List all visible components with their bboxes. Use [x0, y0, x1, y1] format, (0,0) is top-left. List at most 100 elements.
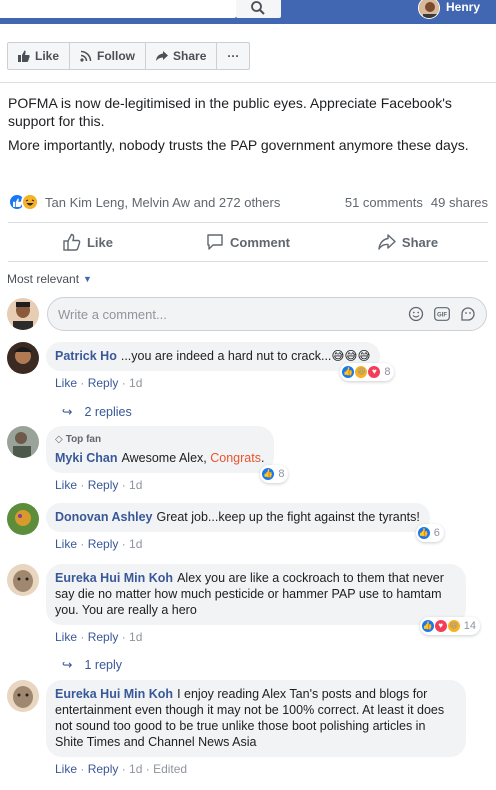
- reaction-badge[interactable]: 👍 6: [415, 524, 444, 542]
- comment-time[interactable]: 1d: [129, 376, 142, 390]
- page-follow-label: Follow: [97, 49, 136, 63]
- comments-count-link[interactable]: 51 comments: [345, 195, 423, 210]
- comment-text-end: .: [260, 451, 265, 465]
- comment-text: ...you are indeed a hard nut to crack...…: [120, 349, 371, 363]
- search-input[interactable]: [0, 0, 236, 18]
- like-reaction-icon: 👍: [261, 467, 276, 481]
- avatar[interactable]: [7, 680, 39, 712]
- comment-reply-link[interactable]: Reply: [88, 630, 119, 644]
- comment-meta: Like · Reply · 1d: [55, 376, 143, 390]
- svg-text:GIF: GIF: [437, 313, 447, 319]
- haha-reaction-icon: 😆: [446, 619, 461, 633]
- comment-time[interactable]: 1d: [129, 478, 142, 492]
- comment-bubble: Eureka Hui Min Koh Alex you are like a co…: [46, 564, 480, 635]
- comment-reply-link[interactable]: Reply: [88, 762, 119, 776]
- comment-meta: Like · Reply · 1d: [55, 537, 143, 551]
- replies-label: 2 replies: [84, 404, 132, 419]
- reactors-link[interactable]: Tan Kim Leng, Melvin Aw and 272 others: [45, 195, 280, 210]
- reply-arrow-icon: ↪: [62, 405, 73, 419]
- comment-author[interactable]: Myki Chan: [55, 451, 118, 465]
- comment-time[interactable]: 1d: [129, 537, 142, 551]
- comment-input[interactable]: Write a comment... GIF: [47, 297, 487, 331]
- reaction-badge[interactable]: 👍 😆 ♥ 8: [340, 363, 395, 381]
- comment-author[interactable]: Eureka Hui Min Koh: [55, 571, 173, 585]
- comment-item: Eureka Hui Min Koh Alex you are like a co…: [7, 564, 487, 644]
- comment-highlight: Congrats: [210, 451, 261, 465]
- share-button[interactable]: Share: [328, 223, 488, 261]
- avatar: [7, 298, 39, 330]
- post-action-bar: Like Comment Share: [8, 222, 488, 262]
- post-body: POFMA is now de-legitimised in the publi…: [8, 94, 488, 160]
- comment-like-link[interactable]: Like: [55, 537, 77, 551]
- comment-bubble-icon: [207, 234, 223, 250]
- comment-bubble: ◇ Top fan Myki Chan Awesome Alex, Congrat…: [46, 426, 289, 483]
- more-options-button[interactable]: ···: [217, 43, 249, 69]
- avatar[interactable]: [7, 503, 39, 535]
- caret-down-icon: ▼: [83, 274, 92, 284]
- view-replies-link[interactable]: ↪ 1 reply: [62, 657, 123, 673]
- post-paragraph: POFMA is now de-legitimised in the publi…: [8, 95, 452, 129]
- love-reaction-icon: ♥: [433, 619, 448, 633]
- comment-bubble: Eureka Hui Min Koh I enjoy reading Alex T…: [46, 680, 466, 757]
- comment-like-link[interactable]: Like: [55, 762, 77, 776]
- divider: [0, 82, 496, 83]
- reaction-badge[interactable]: 👍 ♥ 😆 14: [419, 617, 480, 635]
- emoji-icon[interactable]: [408, 306, 424, 322]
- avatar: [418, 0, 440, 19]
- comment-meta: Like · Reply · 1d: [55, 478, 143, 492]
- comment-time[interactable]: 1d: [129, 630, 142, 644]
- like-button[interactable]: Like: [8, 223, 168, 261]
- post-paragraph: More importantly, nobody trusts the PAP …: [8, 137, 469, 153]
- search-button[interactable]: [236, 0, 281, 18]
- shares-count-link[interactable]: 49 shares: [431, 195, 488, 210]
- comment-item: ◇ Top fan Myki Chan Awesome Alex, Congrat…: [7, 426, 487, 492]
- comment-reply-link[interactable]: Reply: [88, 376, 119, 390]
- comment-reply-link[interactable]: Reply: [88, 478, 119, 492]
- page-actions: Like Follow Share ···: [7, 42, 251, 70]
- comment-time[interactable]: 1d: [129, 762, 142, 776]
- page-like-button[interactable]: Like: [8, 43, 71, 69]
- like-reaction-icon: 👍: [416, 526, 431, 540]
- page-share-button[interactable]: Share: [146, 43, 218, 69]
- comment-bubble: Patrick Ho ...you are indeed a hard nut t…: [46, 342, 395, 381]
- comment-author[interactable]: Donovan Ashley: [55, 510, 152, 524]
- avatar[interactable]: [7, 426, 39, 458]
- comment-author[interactable]: Eureka Hui Min Koh: [55, 687, 173, 701]
- reaction-count: 8: [278, 468, 285, 480]
- reaction-badge[interactable]: 👍 8: [260, 465, 289, 483]
- comment-edited[interactable]: Edited: [153, 762, 187, 776]
- reaction-count: 14: [463, 620, 476, 632]
- rss-icon: [80, 50, 92, 62]
- comment-text: Great job...keep up the fight against th…: [156, 510, 420, 524]
- reaction-count: 6: [433, 527, 440, 539]
- haha-reaction-icon: 😆: [354, 365, 369, 379]
- page-follow-button[interactable]: Follow: [70, 43, 147, 69]
- profile-name: Henry: [446, 0, 481, 14]
- comment-like-link[interactable]: Like: [55, 376, 77, 390]
- replies-label: 1 reply: [84, 657, 123, 672]
- comment-author[interactable]: Patrick Ho: [55, 349, 117, 363]
- like-reaction-icon: 👍: [420, 619, 435, 633]
- thumbs-up-icon: [18, 50, 30, 62]
- top-fan-badge: ◇ Top fan: [55, 432, 264, 448]
- profile-link[interactable]: Henry: [418, 0, 480, 20]
- sticker-icon[interactable]: [460, 306, 476, 322]
- comment-like-link[interactable]: Like: [55, 630, 77, 644]
- comment-sort-dropdown[interactable]: Most relevant ▼: [7, 272, 92, 286]
- comment-button[interactable]: Comment: [168, 223, 328, 261]
- view-replies-link[interactable]: ↪ 2 replies: [62, 404, 132, 420]
- comment-item: Eureka Hui Min Koh I enjoy reading Alex T…: [7, 680, 487, 776]
- comment-like-link[interactable]: Like: [55, 478, 77, 492]
- avatar[interactable]: [7, 564, 39, 596]
- like-label: Like: [86, 234, 113, 250]
- gif-icon[interactable]: GIF: [434, 306, 450, 322]
- comment-reply-link[interactable]: Reply: [88, 537, 119, 551]
- share-arrow-icon: [378, 234, 396, 250]
- reaction-icons[interactable]: [8, 193, 39, 211]
- page-like-label: Like: [35, 49, 60, 63]
- comment-item: Donovan Ashley Great job...keep up the fi…: [7, 503, 487, 551]
- comment-bubble: Donovan Ashley Great job...keep up the fi…: [46, 503, 444, 542]
- avatar[interactable]: [7, 342, 39, 374]
- reaction-summary: Tan Kim Leng, Melvin Aw and 272 others 5…: [8, 192, 488, 212]
- haha-reaction-icon: [21, 193, 39, 211]
